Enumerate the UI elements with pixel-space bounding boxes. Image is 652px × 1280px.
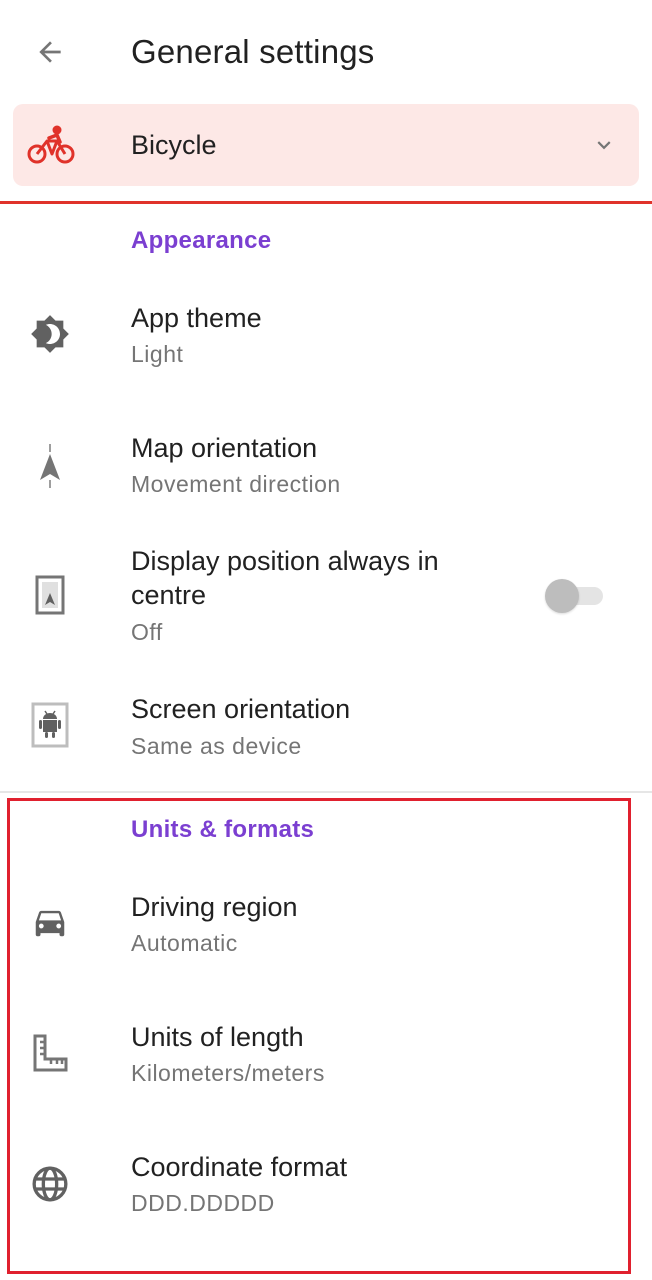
arrow-left-icon xyxy=(39,41,61,63)
driving-region-value: Automatic xyxy=(131,930,238,956)
profile-selector[interactable]: Bicycle xyxy=(13,104,639,186)
profile-label: Bicycle xyxy=(131,130,217,160)
toggle-thumb xyxy=(545,579,579,613)
setting-screen-orientation[interactable]: Screen orientation Same as device xyxy=(0,680,652,790)
setting-map-orientation[interactable]: Map orientation Movement direction xyxy=(0,420,652,532)
setting-driving-region[interactable]: Driving region Automatic xyxy=(0,880,652,992)
setting-app-theme[interactable]: App theme Light xyxy=(0,292,652,404)
theme-icon xyxy=(28,312,72,356)
units-of-length-label: Units of length xyxy=(131,1022,304,1052)
driving-region-label: Driving region xyxy=(131,892,298,922)
coordinate-format-label: Coordinate format xyxy=(131,1152,348,1182)
section-divider xyxy=(0,791,652,793)
page-title: General settings xyxy=(131,33,375,70)
navigation-arrow-icon xyxy=(28,442,72,490)
globe-icon xyxy=(28,1162,72,1206)
display-position-toggle[interactable] xyxy=(545,579,603,613)
ruler-icon xyxy=(28,1030,72,1076)
profile-accent-line xyxy=(0,201,652,204)
screen-orientation-label: Screen orientation xyxy=(131,694,351,724)
section-header-appearance: Appearance xyxy=(131,227,272,254)
screen-orientation-value: Same as device xyxy=(131,733,302,759)
coordinate-format-value: DDD.DDDDD xyxy=(131,1190,275,1216)
car-icon xyxy=(28,900,72,944)
map-orientation-value: Movement direction xyxy=(131,471,341,497)
units-of-length-value: Kilometers/meters xyxy=(131,1060,325,1086)
app-theme-value: Light xyxy=(131,341,184,367)
back-button[interactable] xyxy=(28,30,72,74)
app-theme-label: App theme xyxy=(131,303,262,333)
display-position-label-line2: centre xyxy=(131,580,207,610)
bicycle-icon xyxy=(27,124,75,166)
android-device-icon xyxy=(28,702,72,748)
app-bar: General settings xyxy=(0,0,652,104)
setting-units-of-length[interactable]: Units of length Kilometers/meters xyxy=(0,1010,652,1122)
map-orientation-label: Map orientation xyxy=(131,433,318,463)
chevron-down-icon xyxy=(591,132,617,158)
display-position-label-line1: Display position always in xyxy=(131,546,439,576)
display-position-value: Off xyxy=(131,619,163,645)
settings-page: General settings Bicycle Appearance App … xyxy=(0,0,652,1280)
section-header-units-formats: Units & formats xyxy=(131,816,315,843)
setting-coordinate-format[interactable]: Coordinate format DDD.DDDDD xyxy=(0,1140,652,1252)
map-position-icon xyxy=(28,573,72,617)
